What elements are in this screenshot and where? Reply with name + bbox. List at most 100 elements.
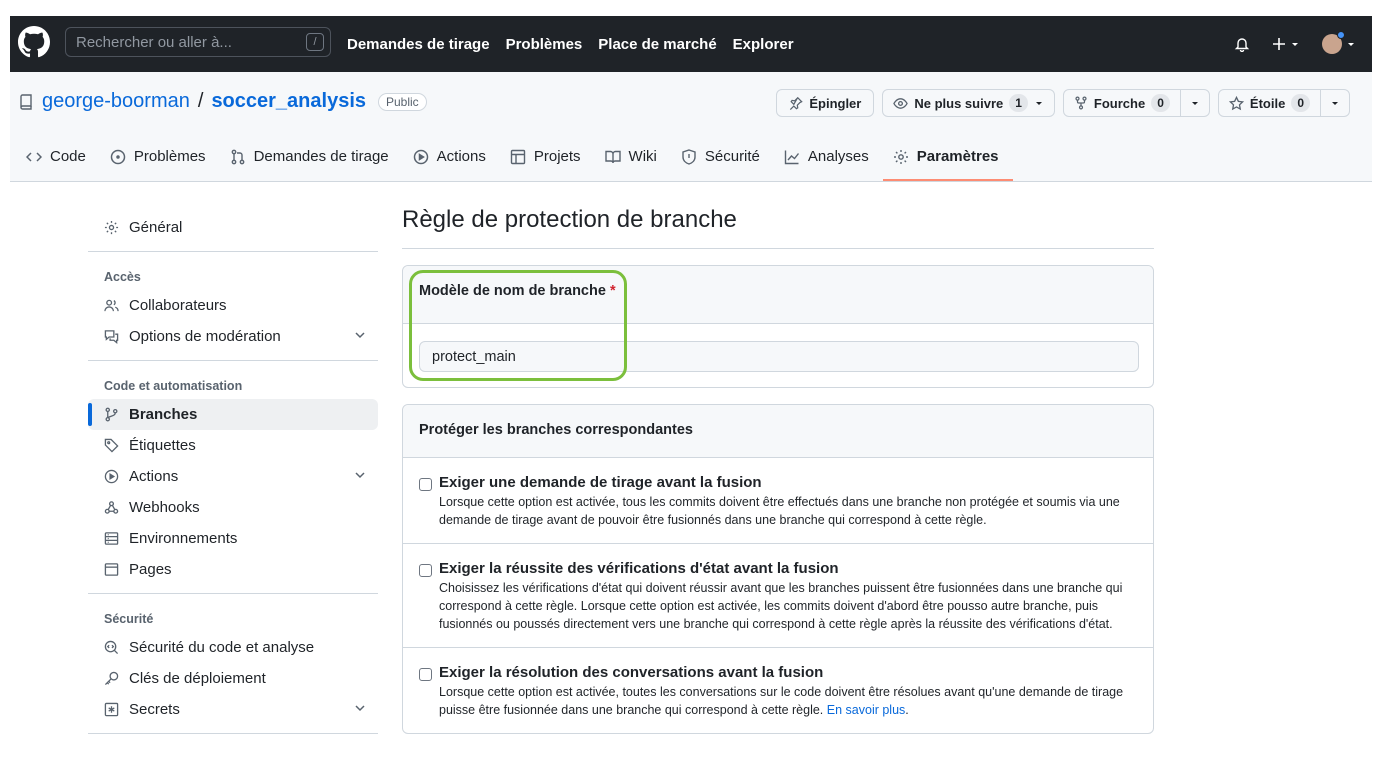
sidebar-item-actions[interactable]: Actions bbox=[88, 461, 378, 492]
sidebar-item-webhooks[interactable]: Webhooks bbox=[88, 492, 378, 523]
comment-discussion-icon bbox=[104, 330, 119, 344]
nav-pull-requests[interactable]: Demandes de tirage bbox=[347, 36, 490, 53]
chevron-down-icon bbox=[1348, 43, 1354, 46]
sidebar-group-access: Accès bbox=[104, 270, 141, 284]
pin-icon bbox=[790, 96, 804, 110]
repo-owner-link[interactable]: george-boorman bbox=[42, 90, 190, 113]
branch-pattern-input[interactable]: protect_main bbox=[419, 341, 1139, 372]
chevron-down-icon bbox=[355, 472, 365, 479]
tab-label: Projets bbox=[533, 148, 581, 165]
sidebar-item-label: Branches bbox=[129, 406, 198, 423]
fork-button[interactable]: Fourche 0 bbox=[1062, 89, 1210, 117]
option-require-pull-request: Exiger une demande de tirage avant la fu… bbox=[403, 458, 1153, 544]
pin-button[interactable]: Épingler bbox=[776, 89, 875, 117]
watch-count: 1 bbox=[1009, 94, 1028, 112]
watch-button[interactable]: Ne plus suivre 1 bbox=[882, 89, 1055, 117]
tab-label: Sécurité bbox=[704, 148, 760, 165]
tab-pull-requests[interactable]: Demandes de tirage bbox=[220, 140, 403, 179]
tab-label: Problèmes bbox=[133, 148, 206, 165]
repo-icon bbox=[20, 93, 32, 110]
option-description-end: . bbox=[905, 703, 909, 717]
chevron-down-icon bbox=[355, 705, 365, 712]
create-new-menu[interactable] bbox=[1272, 37, 1300, 51]
notification-dot bbox=[1337, 31, 1345, 39]
repo-title: george-boorman / soccer_analysis Public bbox=[18, 90, 427, 113]
people-icon bbox=[104, 299, 119, 312]
fork-label: Fourche bbox=[1093, 95, 1146, 111]
chevron-down-icon bbox=[1332, 102, 1338, 105]
tab-label: Code bbox=[50, 148, 86, 165]
sidebar-item-tags[interactable]: Étiquettes bbox=[88, 430, 378, 461]
sidebar-item-label: Pages bbox=[129, 561, 172, 578]
code-icon bbox=[26, 151, 42, 162]
bell-icon[interactable] bbox=[1234, 36, 1250, 52]
branch-pattern-box: Modèle de nom de branche * protect_main bbox=[402, 265, 1154, 388]
protect-branches-box: Protéger les branches correspondantes Ex… bbox=[402, 404, 1154, 734]
repo-separator: / bbox=[197, 90, 204, 112]
sidebar-group-security: Sécurité bbox=[104, 612, 154, 626]
sidebar-group-code: Code et automatisation bbox=[104, 379, 243, 393]
sidebar-item-general[interactable]: Général bbox=[88, 212, 378, 243]
sidebar-item-label: Collaborateurs bbox=[129, 297, 227, 314]
sidebar-item-code-security[interactable]: Sécurité du code et analyse bbox=[88, 632, 378, 663]
require-pull-request-checkbox[interactable] bbox=[419, 478, 432, 491]
tab-actions[interactable]: Actions bbox=[403, 140, 500, 179]
repo-name-link[interactable]: soccer_analysis bbox=[211, 90, 366, 113]
gear-icon bbox=[104, 220, 119, 235]
option-description: Lorsque cette option est activée, tous l… bbox=[439, 495, 1120, 527]
require-conversation-resolution-checkbox[interactable] bbox=[419, 668, 432, 681]
tab-label: Paramètres bbox=[916, 148, 999, 165]
option-title: Exiger une demande de tirage avant la fu… bbox=[439, 474, 762, 491]
chevron-down-icon bbox=[1292, 43, 1298, 46]
sidebar-item-label: Webhooks bbox=[129, 499, 200, 516]
sidebar-item-secrets[interactable]: Secrets bbox=[88, 694, 378, 725]
shield-icon bbox=[682, 148, 696, 165]
star-button[interactable]: Étoile 0 bbox=[1217, 89, 1350, 117]
sidebar-divider bbox=[88, 593, 378, 594]
main-content: Règle de protection de branche Modèle de… bbox=[402, 206, 1154, 734]
tag-icon bbox=[104, 438, 119, 453]
nav-explore[interactable]: Explorer bbox=[733, 36, 794, 53]
sidebar-item-deploy-keys[interactable]: Clés de déploiement bbox=[88, 663, 378, 694]
option-title: Exiger la réussite des vérifications d'é… bbox=[439, 560, 839, 577]
fork-count: 0 bbox=[1151, 94, 1170, 112]
tab-wiki[interactable]: Wiki bbox=[595, 140, 671, 179]
github-logo-icon[interactable] bbox=[18, 26, 50, 58]
tab-projects[interactable]: Projets bbox=[500, 140, 595, 179]
sidebar-item-label: Options de modération bbox=[129, 328, 281, 345]
plus-icon bbox=[1273, 38, 1285, 50]
fork-icon bbox=[1075, 96, 1087, 110]
repo-tabs: Code Problèmes Demandes de tirage Action… bbox=[16, 140, 1013, 182]
nav-issues[interactable]: Problèmes bbox=[506, 36, 583, 53]
nav-marketplace[interactable]: Place de marché bbox=[598, 36, 716, 53]
tab-issues[interactable]: Problèmes bbox=[100, 140, 220, 179]
fork-dropdown[interactable] bbox=[1179, 90, 1209, 116]
user-menu[interactable] bbox=[1322, 31, 1356, 54]
tab-settings[interactable]: Paramètres bbox=[882, 140, 1013, 181]
sidebar-item-branches[interactable]: Branches bbox=[88, 399, 378, 430]
pin-label: Épingler bbox=[809, 95, 862, 111]
sidebar-item-label: Environnements bbox=[129, 530, 238, 547]
require-status-checks-checkbox[interactable] bbox=[419, 564, 432, 577]
search-input[interactable]: Rechercher ou aller à... / bbox=[65, 27, 331, 57]
option-title: Exiger la résolution des conversations a… bbox=[439, 664, 824, 681]
branch-pattern-header: Modèle de nom de branche * bbox=[403, 266, 1153, 324]
tab-label: Analyses bbox=[807, 148, 869, 165]
sidebar-item-label: Général bbox=[129, 219, 183, 236]
header-actions bbox=[1234, 16, 1356, 72]
star-dropdown[interactable] bbox=[1320, 90, 1349, 116]
search-placeholder: Rechercher ou aller à... bbox=[76, 33, 232, 51]
server-icon bbox=[104, 532, 119, 545]
option-description: Choisissez les vérifications d'état qui … bbox=[439, 581, 1123, 631]
sidebar-item-pages[interactable]: Pages bbox=[88, 554, 378, 585]
sidebar-item-collaborators[interactable]: Collaborateurs bbox=[88, 290, 378, 321]
play-icon bbox=[104, 469, 119, 484]
sidebar-item-moderation[interactable]: Options de modération bbox=[88, 321, 378, 352]
tab-security[interactable]: Sécurité bbox=[671, 140, 774, 179]
chevron-down-icon bbox=[1035, 102, 1042, 105]
learn-more-link[interactable]: En savoir plus bbox=[827, 703, 906, 717]
tab-insights[interactable]: Analyses bbox=[774, 140, 883, 179]
tab-code[interactable]: Code bbox=[16, 140, 100, 179]
browser-icon bbox=[104, 563, 119, 576]
sidebar-item-environments[interactable]: Environnements bbox=[88, 523, 378, 554]
